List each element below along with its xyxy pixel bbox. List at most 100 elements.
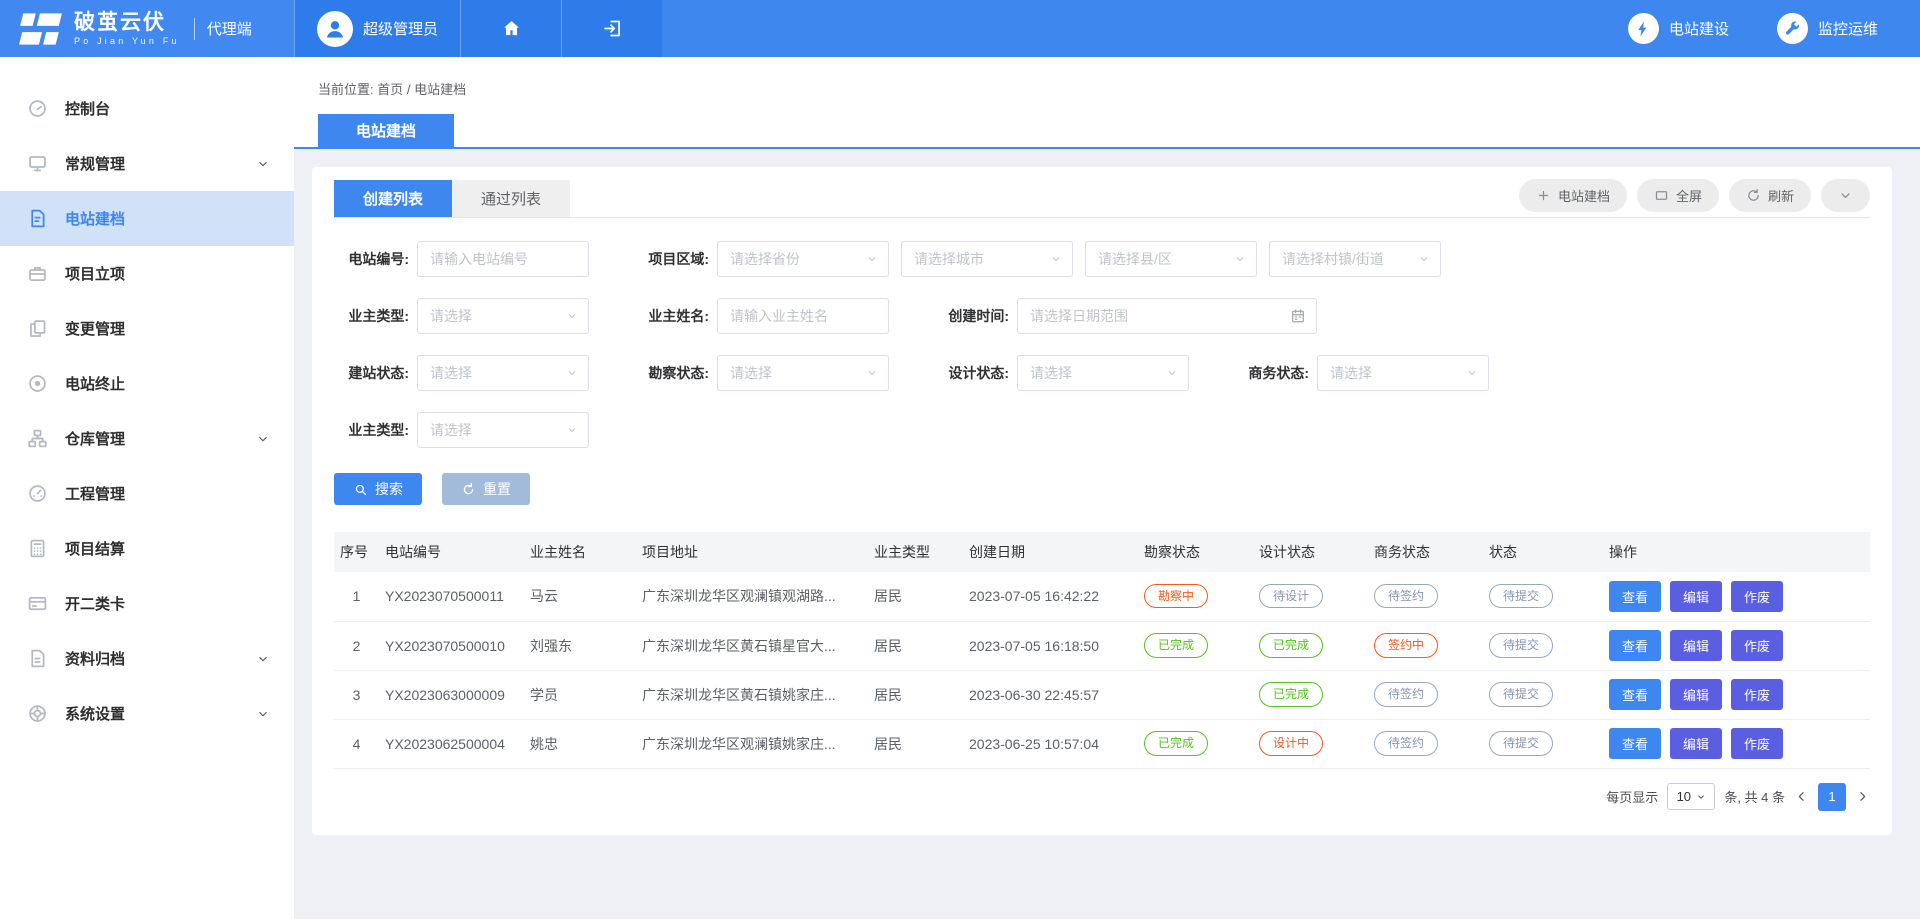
- view-button[interactable]: 查看: [1609, 679, 1661, 710]
- toolbar-chevron-down-button[interactable]: [1821, 179, 1870, 212]
- breadcrumb-path[interactable]: 首页 / 电站建档: [377, 82, 466, 97]
- tab-0[interactable]: 创建列表: [334, 180, 452, 217]
- status-pill: 待提交: [1489, 633, 1553, 657]
- filter-date-range[interactable]: 请选择日期范围: [1017, 298, 1317, 334]
- cell-design-status: 已完成: [1253, 670, 1368, 719]
- sidebar-item-9[interactable]: 开二类卡: [0, 576, 294, 631]
- filter-select[interactable]: 请选择: [417, 412, 589, 448]
- header-nav: [460, 0, 662, 57]
- edit-button[interactable]: 编辑: [1670, 728, 1722, 759]
- sidebar-item-3[interactable]: 项目立项: [0, 246, 294, 301]
- filter-form: 电站编号:项目区域:请选择省份请选择城市请选择县/区请选择村镇/街道业主类型:请…: [334, 218, 1870, 448]
- filter-select[interactable]: 请选择: [717, 355, 889, 391]
- cell-owner-type: 居民: [868, 719, 963, 768]
- chevron-down-icon: [256, 432, 270, 446]
- void-button[interactable]: 作废: [1731, 728, 1783, 759]
- cell-survey-status: 已完成: [1138, 621, 1253, 670]
- view-button[interactable]: 查看: [1609, 581, 1661, 612]
- filter-select[interactable]: 请选择: [1317, 355, 1489, 391]
- toolbar-refresh-button[interactable]: 刷新: [1729, 179, 1811, 212]
- sidebar-item-4[interactable]: 变更管理: [0, 301, 294, 356]
- filter-input[interactable]: [417, 241, 589, 277]
- chevron-down-icon: [256, 707, 270, 721]
- edit-button[interactable]: 编辑: [1670, 581, 1722, 612]
- status-pill: 待签约: [1374, 584, 1438, 608]
- sidebar-item-6[interactable]: 仓库管理: [0, 411, 294, 466]
- sidebar-item-7[interactable]: 工程管理: [0, 466, 294, 521]
- cell-survey-status: 勘察中: [1138, 572, 1253, 621]
- cell-status: 待提交: [1483, 572, 1603, 621]
- sidebar-item-8[interactable]: 项目结算: [0, 521, 294, 576]
- tab-1[interactable]: 通过列表: [452, 180, 570, 217]
- filter-select[interactable]: 请选择: [417, 355, 589, 391]
- sidebar-item-1[interactable]: 常规管理: [0, 136, 294, 191]
- filter-select[interactable]: 请选择: [1017, 355, 1189, 391]
- view-button[interactable]: 查看: [1609, 630, 1661, 661]
- sidebar-item-label: 项目结算: [65, 538, 125, 559]
- cell-index: 2: [334, 621, 379, 670]
- view-button[interactable]: 查看: [1609, 728, 1661, 759]
- sidebar-item-5[interactable]: 电站终止: [0, 356, 294, 411]
- calculator-icon: [27, 538, 48, 559]
- toolbar-plus-button[interactable]: 电站建档: [1519, 179, 1627, 212]
- filter-select[interactable]: 请选择城市: [901, 241, 1073, 277]
- void-button[interactable]: 作废: [1731, 679, 1783, 710]
- sidebar-item-11[interactable]: 系统设置: [0, 686, 294, 741]
- sidebar-item-label: 常规管理: [65, 153, 125, 174]
- search-button[interactable]: 搜索: [334, 473, 422, 505]
- lightning-icon: [1628, 13, 1659, 44]
- filter-field: 建站状态:请选择: [334, 355, 634, 391]
- edit-button[interactable]: 编辑: [1670, 679, 1722, 710]
- chevron-down-icon: [1418, 253, 1430, 265]
- filter-label: 创建时间:: [934, 306, 1009, 326]
- toolbar-fullscreen-button[interactable]: 全屏: [1637, 179, 1719, 212]
- prev-page-button[interactable]: [1794, 789, 1809, 804]
- filter-row: 电站编号:项目区域:请选择省份请选择城市请选择县/区请选择村镇/街道: [334, 241, 1870, 277]
- home-icon: [501, 18, 522, 39]
- fullscreen-icon: [1654, 188, 1669, 203]
- cell-owner: 刘强东: [524, 621, 636, 670]
- sidebar-item-label: 系统设置: [65, 703, 125, 724]
- filter-input[interactable]: [717, 298, 889, 334]
- logo-divider: [194, 18, 195, 40]
- filter-field: 项目区域:请选择省份请选择城市请选择县/区请选择村镇/街道: [634, 241, 1441, 277]
- sidebar-item-label: 开二类卡: [65, 593, 125, 614]
- void-button[interactable]: 作废: [1731, 581, 1783, 612]
- sidebar-item-0[interactable]: 控制台: [0, 81, 294, 136]
- filter-select[interactable]: 请选择: [417, 298, 589, 334]
- per-page-select[interactable]: 10: [1667, 783, 1715, 810]
- filter-select[interactable]: 请选择村镇/街道: [1269, 241, 1441, 277]
- home-button[interactable]: [460, 0, 561, 57]
- status-pill: 待签约: [1374, 731, 1438, 755]
- next-page-button[interactable]: [1855, 789, 1870, 804]
- reset-button[interactable]: 重置: [442, 473, 530, 505]
- filter-row: 业主类型:请选择业主姓名:创建时间: 请选择日期范围: [334, 298, 1870, 334]
- logout-button[interactable]: [561, 0, 662, 57]
- column-header: 状态: [1483, 532, 1603, 572]
- sidebar-item-label: 控制台: [65, 98, 110, 119]
- settings-icon: [27, 703, 48, 724]
- status-pill: 待提交: [1489, 731, 1553, 755]
- header-shortcut-0[interactable]: 电站建设: [1628, 13, 1729, 44]
- sidebar-item-label: 变更管理: [65, 318, 125, 339]
- chevron-down-icon: [256, 157, 270, 171]
- sidebar: 控制台常规管理电站建档项目立项变更管理电站终止仓库管理工程管理项目结算开二类卡资…: [0, 57, 294, 919]
- cell-actions: 查看编辑作废: [1603, 719, 1870, 768]
- sidebar-item-10[interactable]: 资料归档: [0, 631, 294, 686]
- table-row: 4YX2023062500004姚忠广东深圳龙华区观澜镇姚家庄...居民2023…: [334, 719, 1870, 768]
- logo[interactable]: 破茧云伏 Po Jian Yun Fu 代理端: [0, 0, 294, 57]
- cell-owner: 姚忠: [524, 719, 636, 768]
- sidebar-item-2[interactable]: 电站建档: [0, 191, 294, 246]
- filter-field: 业主类型:请选择: [334, 298, 634, 334]
- page-number[interactable]: 1: [1818, 783, 1846, 811]
- sidebar-item-label: 工程管理: [65, 483, 125, 504]
- edit-button[interactable]: 编辑: [1670, 630, 1722, 661]
- filter-field: 业主姓名:: [634, 298, 934, 334]
- filter-select[interactable]: 请选择省份: [717, 241, 889, 277]
- cell-actions: 查看编辑作废: [1603, 621, 1870, 670]
- page-tab[interactable]: 电站建档: [318, 114, 454, 147]
- user-menu[interactable]: 超级管理员: [294, 0, 460, 57]
- header-shortcut-1[interactable]: 监控运维: [1777, 13, 1878, 44]
- void-button[interactable]: 作废: [1731, 630, 1783, 661]
- filter-select[interactable]: 请选择县/区: [1085, 241, 1257, 277]
